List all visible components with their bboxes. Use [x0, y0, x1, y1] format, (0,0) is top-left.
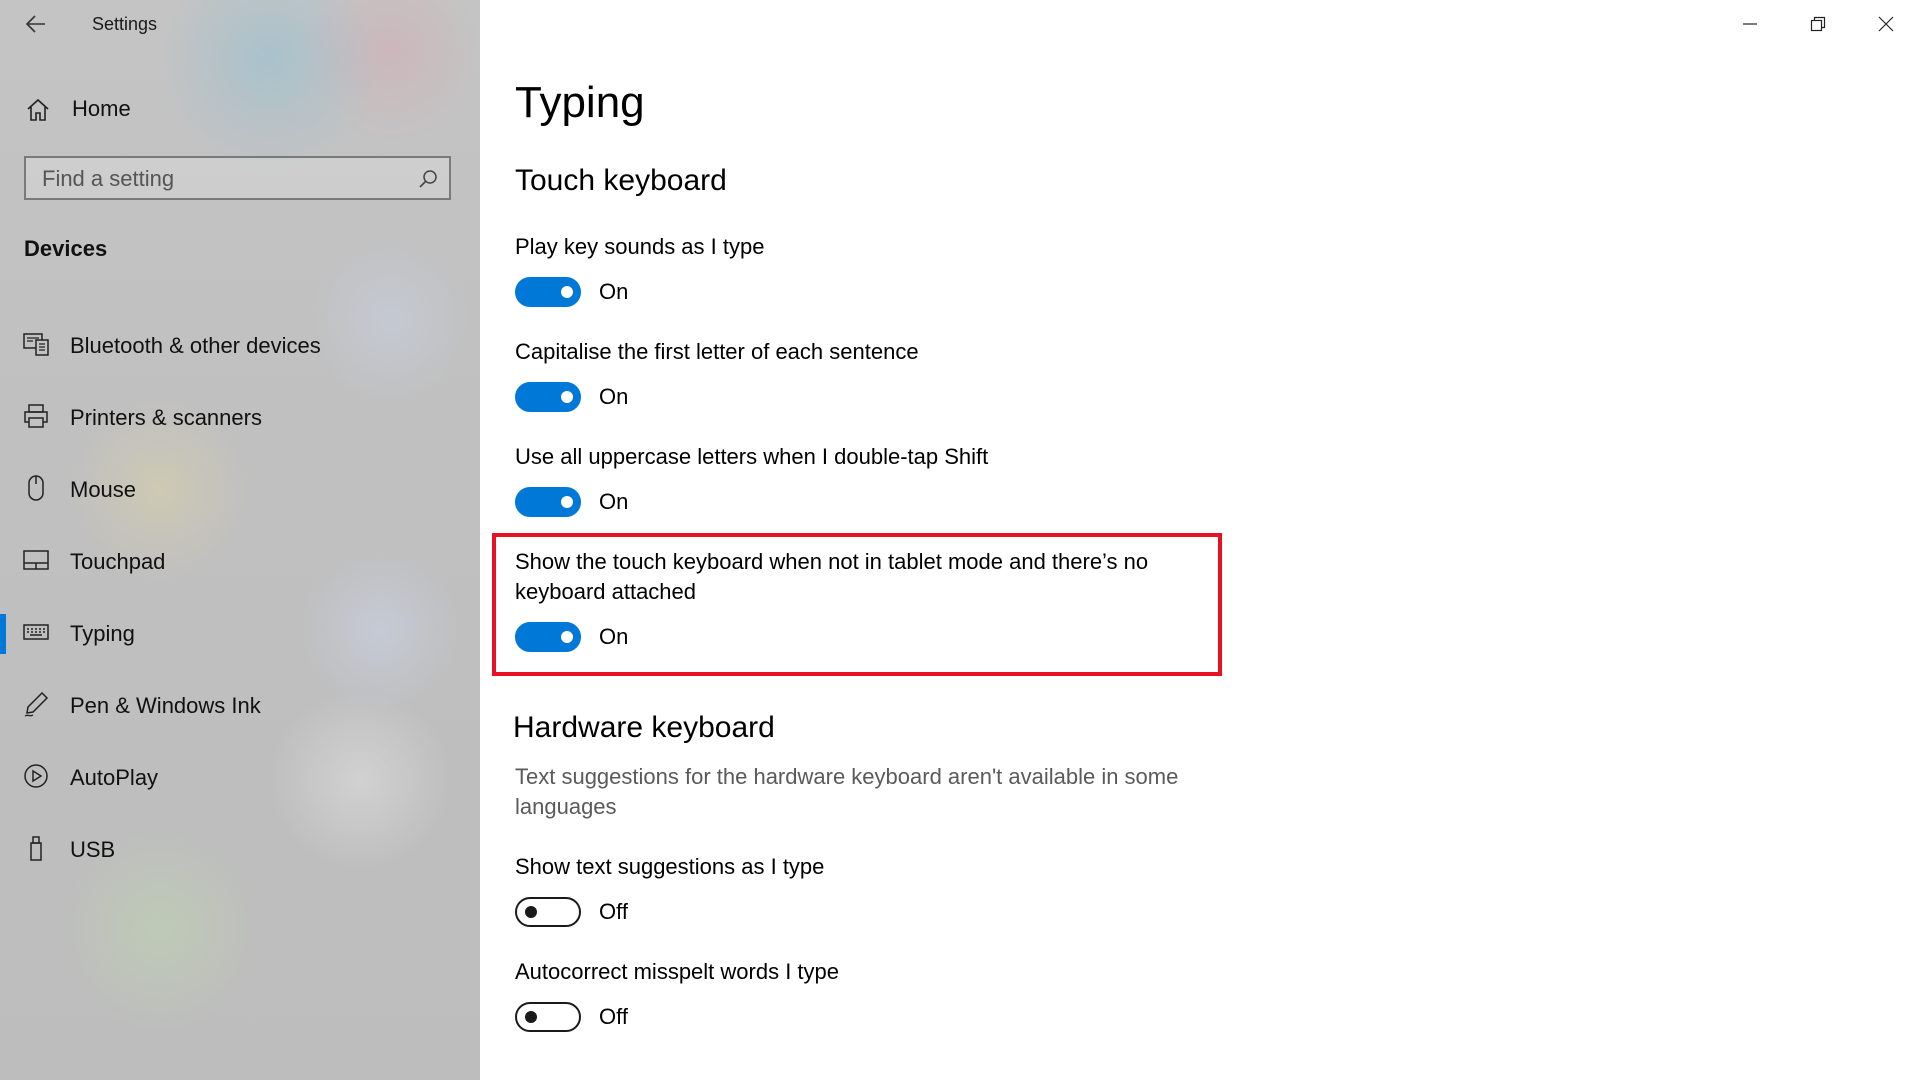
- toggle-knob: [561, 391, 573, 403]
- setting-label: Show text suggestions as I type: [515, 854, 825, 879]
- sidebar-item-label: Printers & scanners: [70, 405, 262, 430]
- setting-autocorrect: Autocorrect misspelt words I type Off: [515, 957, 1235, 1033]
- mouse-icon: [28, 475, 44, 501]
- close-icon: [1878, 16, 1894, 32]
- toggle-state: On: [599, 384, 629, 409]
- toggle-knob: [525, 1011, 537, 1023]
- toggle-row: On: [515, 621, 1195, 653]
- section-title: Devices: [24, 236, 108, 261]
- hardware-keyboard-heading: Hardware keyboard: [513, 711, 775, 744]
- sidebar-item-typing[interactable]: Typing: [0, 598, 480, 670]
- keyboard-icon: [23, 624, 49, 640]
- toggle-switch[interactable]: [515, 1002, 581, 1032]
- sidebar-item-printers[interactable]: Printers & scanners: [0, 382, 480, 454]
- window-controls: [1716, 0, 1920, 48]
- sidebar-item-usb[interactable]: USB: [0, 814, 480, 886]
- sidebar-item-label: Bluetooth & other devices: [70, 333, 321, 358]
- sidebar-item-label: AutoPlay: [70, 765, 159, 790]
- setting-label: Play key sounds as I type: [515, 234, 765, 259]
- app-title: Settings: [92, 14, 158, 34]
- toggle-state: On: [599, 624, 629, 649]
- toggle-state: Off: [599, 1004, 628, 1029]
- setting-play-key-sounds: Play key sounds as I type On: [515, 232, 1235, 308]
- toggle-state: On: [599, 489, 629, 514]
- toggle-row: On: [515, 276, 1235, 308]
- setting-show-touch-keyboard: Show the touch keyboard when not in tabl…: [515, 547, 1195, 653]
- nav-list: Bluetooth & other devices Printers & sca…: [0, 310, 480, 886]
- restore-icon: [1810, 16, 1826, 32]
- sidebar-item-autoplay[interactable]: AutoPlay: [0, 742, 480, 814]
- toggle-knob: [561, 496, 573, 508]
- setting-text-suggestions: Show text suggestions as I type Off: [515, 852, 1235, 928]
- toggle-state: On: [599, 279, 629, 304]
- setting-uppercase-double-tap: Use all uppercase letters when I double-…: [515, 442, 1235, 518]
- toggle-knob: [525, 906, 537, 918]
- toggle-switch[interactable]: [515, 622, 581, 652]
- toggle-row: Off: [515, 1001, 1235, 1033]
- sidebar: Settings Home Devices Bluetooth & other …: [0, 0, 480, 1080]
- close-button[interactable]: [1852, 0, 1920, 48]
- toggle-switch[interactable]: [515, 382, 581, 412]
- maximize-button[interactable]: [1784, 0, 1852, 48]
- sidebar-item-touchpad[interactable]: Touchpad: [0, 526, 480, 598]
- setting-label: Autocorrect misspelt words I type: [515, 959, 840, 984]
- bluetooth-devices-icon: [23, 333, 49, 356]
- usb-icon: [30, 836, 42, 861]
- sidebar-item-label: Mouse: [70, 477, 137, 502]
- pen-icon: [24, 691, 49, 717]
- toggle-state: Off: [599, 899, 628, 924]
- minimize-button[interactable]: [1716, 0, 1784, 48]
- search-icon[interactable]: [417, 168, 439, 190]
- setting-label: Show the touch keyboard when not in tabl…: [515, 549, 1149, 604]
- main-content: Typing Touch keyboard Play key sounds as…: [480, 0, 1920, 1080]
- toggle-knob: [561, 631, 573, 643]
- toggle-switch[interactable]: [515, 487, 581, 517]
- setting-capitalise-first-letter: Capitalise the first letter of each sent…: [515, 337, 1235, 413]
- toggle-row: On: [515, 381, 1235, 413]
- toggle-row: Off: [515, 896, 1235, 928]
- autoplay-icon: [24, 764, 48, 788]
- search-box: [24, 156, 451, 200]
- toggle-knob: [561, 286, 573, 298]
- touchpad-icon: [23, 550, 49, 570]
- hardware-keyboard-note: Text suggestions for the hardware keyboa…: [515, 764, 1179, 819]
- back-button[interactable]: [14, 8, 58, 40]
- setting-label: Capitalise the first letter of each sent…: [515, 339, 919, 364]
- sidebar-item-pen[interactable]: Pen & Windows Ink: [0, 670, 480, 742]
- setting-label: Use all uppercase letters when I double-…: [515, 444, 989, 469]
- home-icon: [27, 98, 49, 121]
- sidebar-item-bluetooth[interactable]: Bluetooth & other devices: [0, 310, 480, 382]
- printer-icon: [24, 404, 48, 428]
- sidebar-item-label: Typing: [70, 621, 135, 646]
- page-title: Typing: [515, 78, 645, 127]
- back-arrow-icon: [25, 15, 45, 33]
- sidebar-item-label: Pen & Windows Ink: [70, 693, 261, 718]
- sidebar-item-label: USB: [70, 837, 116, 862]
- sidebar-item-mouse[interactable]: Mouse: [0, 454, 480, 526]
- minimize-icon: [1743, 23, 1757, 25]
- sidebar-item-label: Home: [72, 96, 131, 121]
- search-input[interactable]: [40, 164, 404, 194]
- toggle-switch[interactable]: [515, 277, 581, 307]
- toggle-row: On: [515, 486, 1235, 518]
- titlebar-left: Settings: [0, 0, 480, 50]
- sidebar-item-label: Touchpad: [70, 549, 166, 574]
- touch-keyboard-heading: Touch keyboard: [515, 164, 727, 197]
- toggle-switch[interactable]: [515, 897, 581, 927]
- sidebar-item-home[interactable]: Home: [0, 86, 480, 132]
